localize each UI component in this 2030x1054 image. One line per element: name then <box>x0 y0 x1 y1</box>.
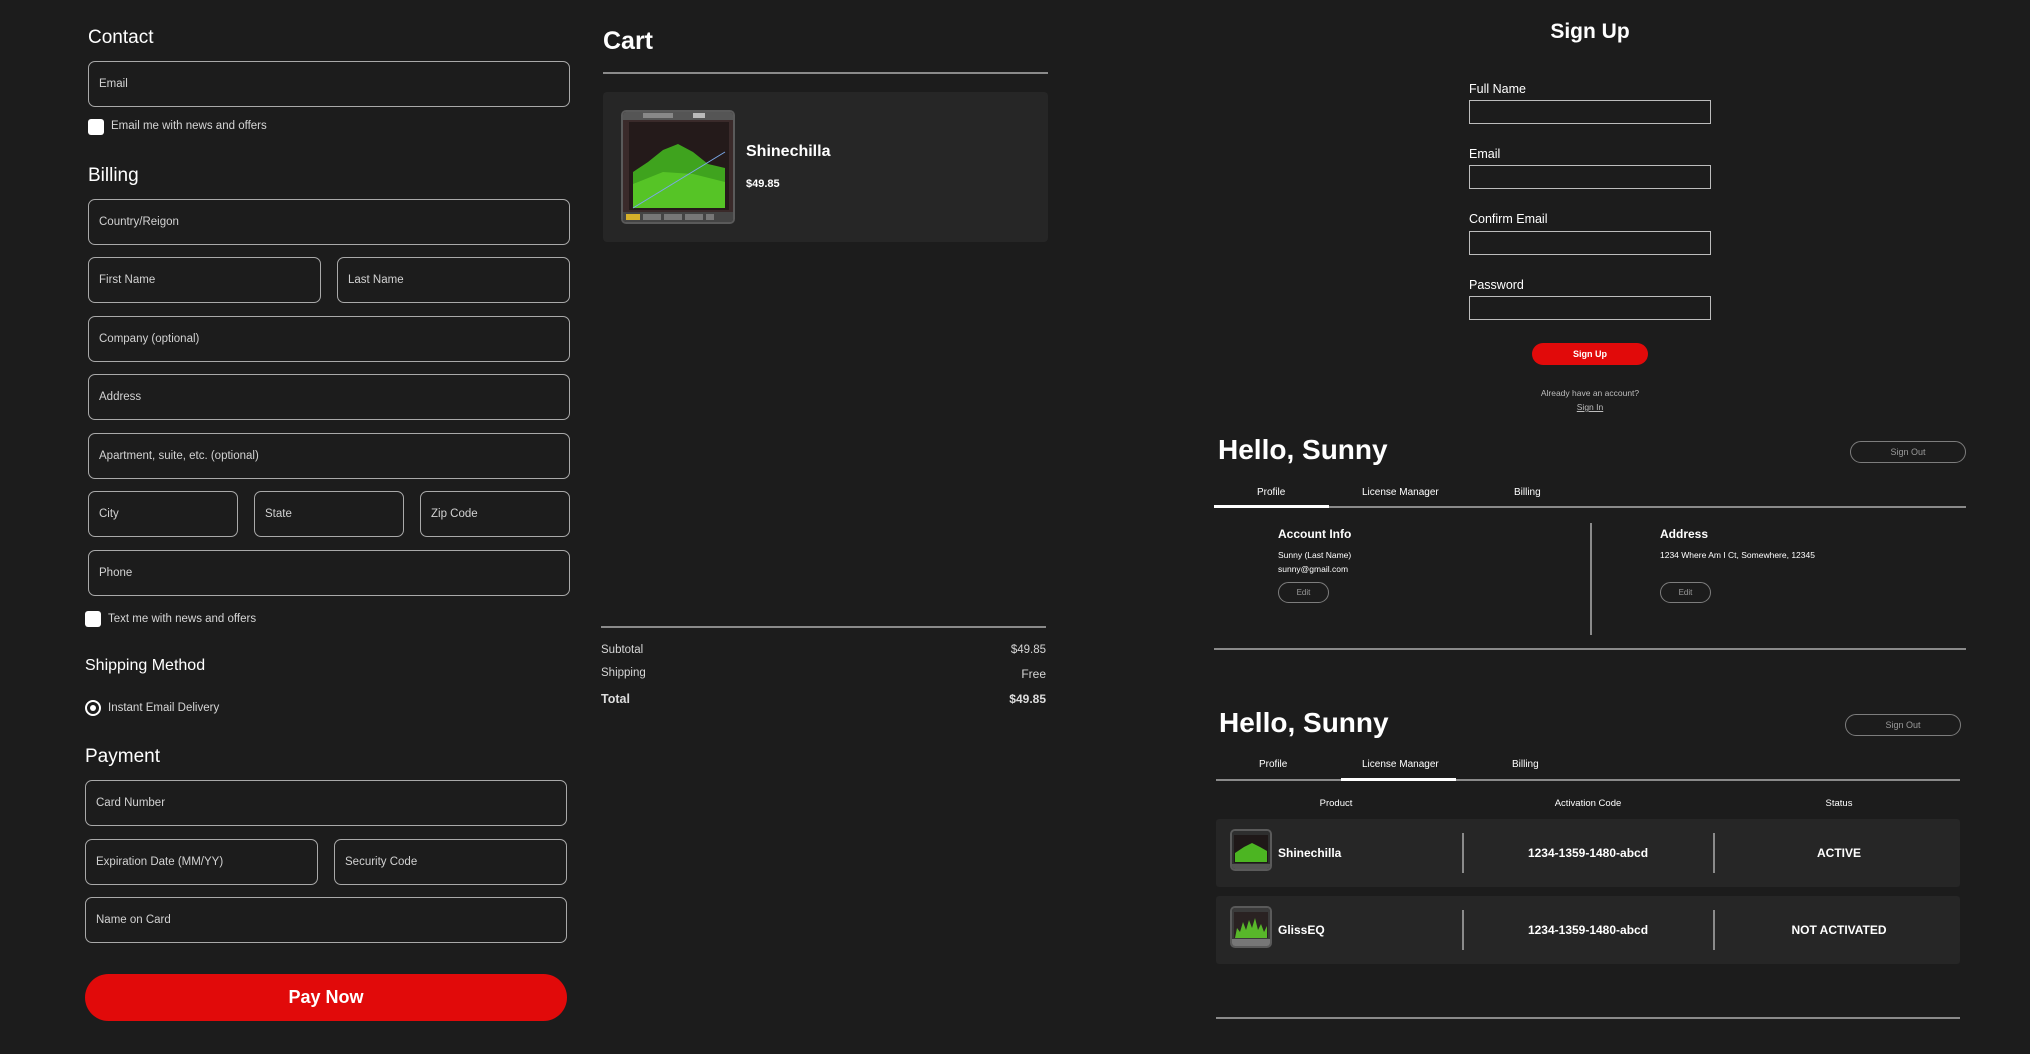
license-tab-billing[interactable]: Billing <box>1512 759 1539 770</box>
payment-title: Payment <box>85 746 160 767</box>
confirm-email-input[interactable] <box>1469 231 1711 255</box>
security-code-field[interactable]: Security Code <box>334 839 567 885</box>
profile-bottom-divider <box>1214 648 1966 650</box>
row-divider <box>1713 833 1715 873</box>
row-divider <box>1713 910 1715 950</box>
license-tab-profile[interactable]: Profile <box>1259 759 1287 770</box>
subtotal-label: Subtotal <box>601 644 644 656</box>
sign-in-link[interactable]: Sign In <box>1470 402 1710 412</box>
full-name-input[interactable] <box>1469 100 1711 124</box>
total-value: $49.85 <box>1009 692 1046 706</box>
account-name: Sunny (Last Name) <box>1278 550 1352 560</box>
cart-divider <box>603 72 1048 74</box>
license-tabs-divider <box>1216 779 1960 781</box>
cart-title: Cart <box>603 27 654 55</box>
column-header-product: Product <box>1319 798 1353 809</box>
account-edit-button[interactable]: Edit <box>1278 582 1329 603</box>
profile-greeting: Hello, Sunny <box>1218 434 1388 465</box>
license-status: NOT ACTIVATED <box>1791 923 1887 937</box>
license-row: GlissEQ 1234-1359-1480-abcd NOT ACTIVATE… <box>1216 896 1960 964</box>
city-field[interactable]: City <box>88 491 238 537</box>
license-tab-active-indicator <box>1341 778 1456 781</box>
column-header-activation-code: Activation Code <box>1554 798 1622 809</box>
company-field[interactable]: Company (optional) <box>88 316 570 362</box>
license-product-name: Shinechilla <box>1278 846 1342 860</box>
card-number-field[interactable]: Card Number <box>85 780 567 826</box>
plugin-thumbnail-icon <box>1230 906 1272 948</box>
profile-tab-license-manager[interactable]: License Manager <box>1362 487 1439 498</box>
license-tab-license-manager[interactable]: License Manager <box>1362 759 1439 770</box>
email-news-checkbox[interactable] <box>88 119 104 135</box>
first-name-field[interactable]: First Name <box>88 257 321 303</box>
cart-item-name: Shinechilla <box>746 143 831 160</box>
full-name-label: Full Name <box>1469 82 1526 96</box>
signup-email-input[interactable] <box>1469 165 1711 189</box>
cart-item-card: Shinechilla $49.85 <box>603 92 1048 242</box>
text-news-checkbox[interactable] <box>85 611 101 627</box>
address-field[interactable]: Address <box>88 374 570 420</box>
already-account-text: Already have an account? <box>1540 388 1640 398</box>
license-activation-code: 1234-1359-1480-abcd <box>1527 846 1649 860</box>
billing-title: Billing <box>88 165 139 186</box>
signup-email-label: Email <box>1469 147 1501 161</box>
password-label: Password <box>1469 278 1524 292</box>
license-bottom-divider <box>1216 1017 1960 1019</box>
confirm-email-label: Confirm Email <box>1469 212 1548 226</box>
account-email: sunny@gmail.com <box>1278 564 1349 574</box>
country-field[interactable]: Country/Reigon <box>88 199 570 245</box>
subtotal-value: $49.85 <box>1010 644 1046 656</box>
profile-tab-profile[interactable]: Profile <box>1257 487 1285 498</box>
license-row: Shinechilla 1234-1359-1480-abcd ACTIVE <box>1216 819 1960 887</box>
license-product-name: GlissEQ <box>1278 923 1325 937</box>
shipping-title: Shipping Method <box>85 657 206 674</box>
address-value: 1234 Where Am I Ct, Somewhere, 12345 <box>1660 550 1815 560</box>
row-divider <box>1462 833 1464 873</box>
license-status: ACTIVE <box>1816 846 1861 860</box>
radio-selected-icon[interactable] <box>85 700 101 716</box>
license-greeting: Hello, Sunny <box>1219 707 1389 738</box>
address-edit-button[interactable]: Edit <box>1660 582 1711 603</box>
signup-title: Sign Up <box>1550 20 1630 43</box>
shipping-option-label: Instant Email Delivery <box>108 702 220 714</box>
email-news-label: Email me with news and offers <box>111 120 267 132</box>
apartment-field[interactable]: Apartment, suite, etc. (optional) <box>88 433 570 479</box>
address-title: Address <box>1660 527 1709 541</box>
zip-code-field[interactable]: Zip Code <box>420 491 570 537</box>
expiration-field[interactable]: Expiration Date (MM/YY) <box>85 839 318 885</box>
cart-item-price: $49.85 <box>746 178 780 190</box>
profile-tab-active-indicator <box>1214 505 1329 508</box>
shipping-value: Free <box>1021 667 1046 681</box>
totals-divider <box>601 626 1046 628</box>
total-label: Total <box>601 692 630 706</box>
phone-field[interactable]: Phone <box>88 550 570 596</box>
column-header-status: Status <box>1825 798 1853 809</box>
profile-sign-out-button[interactable]: Sign Out <box>1850 441 1966 463</box>
license-activation-code: 1234-1359-1480-abcd <box>1527 923 1649 937</box>
last-name-field[interactable]: Last Name <box>337 257 570 303</box>
row-divider <box>1462 910 1464 950</box>
password-input[interactable] <box>1469 296 1711 320</box>
plugin-thumbnail-icon <box>1230 829 1272 871</box>
contact-title: Contact <box>88 27 154 48</box>
text-news-label: Text me with news and offers <box>108 613 257 625</box>
shipping-label: Shipping <box>601 667 646 679</box>
signup-button[interactable]: Sign Up <box>1532 343 1648 365</box>
pay-now-button[interactable]: Pay Now <box>85 974 567 1021</box>
state-field[interactable]: State <box>254 491 404 537</box>
plugin-thumbnail-icon <box>621 110 735 224</box>
profile-column-divider <box>1590 523 1592 635</box>
email-field[interactable]: Email <box>88 61 570 107</box>
account-info-title: Account Info <box>1278 527 1352 541</box>
name-on-card-field[interactable]: Name on Card <box>85 897 567 943</box>
profile-tab-billing[interactable]: Billing <box>1514 487 1541 498</box>
license-sign-out-button[interactable]: Sign Out <box>1845 714 1961 736</box>
